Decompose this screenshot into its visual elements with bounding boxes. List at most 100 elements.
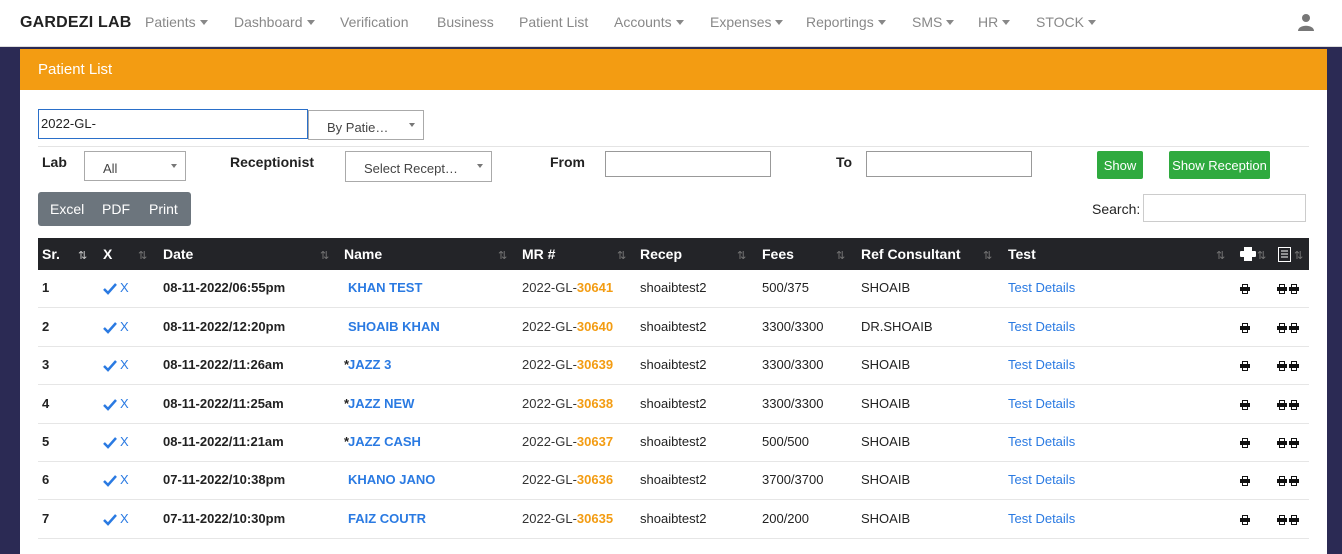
check-icon[interactable] xyxy=(103,322,117,334)
pdf-button[interactable]: PDF xyxy=(102,201,130,217)
delete-x-link[interactable]: X xyxy=(120,434,129,449)
nav-item-accounts[interactable]: Accounts xyxy=(614,14,684,30)
print-icon[interactable] xyxy=(1289,476,1299,486)
print-icon[interactable] xyxy=(1277,438,1287,448)
print-icon[interactable] xyxy=(1289,438,1299,448)
col-x[interactable]: X xyxy=(103,246,112,262)
check-icon[interactable] xyxy=(103,283,117,295)
delete-x-link[interactable]: X xyxy=(120,472,129,487)
patient-name-link[interactable]: KHANO JANO xyxy=(348,472,435,487)
sort-icon[interactable]: ⇅ xyxy=(138,249,147,262)
print-icon[interactable] xyxy=(1289,323,1299,333)
nav-item-verification[interactable]: Verification xyxy=(340,14,408,30)
print-icon[interactable] xyxy=(1289,284,1299,294)
nav-item-expenses[interactable]: Expenses xyxy=(710,14,784,30)
test-details-link[interactable]: Test Details xyxy=(1008,511,1075,526)
print-icon[interactable] xyxy=(1277,284,1287,294)
print-column-icon[interactable] xyxy=(1240,247,1256,261)
check-icon[interactable] xyxy=(103,437,117,449)
print-icon[interactable] xyxy=(1240,400,1250,410)
patient-name-link[interactable]: JAZZ NEW xyxy=(348,396,414,411)
col-sr[interactable]: Sr. xyxy=(42,246,60,262)
to-label: To xyxy=(836,154,853,170)
print-icon[interactable] xyxy=(1277,515,1287,525)
delete-x-link[interactable]: X xyxy=(120,357,129,372)
sort-icon[interactable]: ⇅ xyxy=(983,249,992,262)
delete-x-link[interactable]: X xyxy=(120,511,129,526)
nav-item-business[interactable]: Business xyxy=(437,14,494,30)
test-details-link[interactable]: Test Details xyxy=(1008,357,1075,372)
nav-item-hr[interactable]: HR xyxy=(978,14,1011,30)
col-fees[interactable]: Fees xyxy=(762,246,794,262)
test-details-link[interactable]: Test Details xyxy=(1008,280,1075,295)
print-icon[interactable] xyxy=(1289,400,1299,410)
print-icon[interactable] xyxy=(1289,515,1299,525)
to-date-input[interactable] xyxy=(866,151,1032,177)
delete-x-link[interactable]: X xyxy=(120,319,129,334)
patient-name-link[interactable]: KHAN TEST xyxy=(348,280,422,295)
sort-icon[interactable]: ⇅ xyxy=(320,249,329,262)
print-icon[interactable] xyxy=(1277,400,1287,410)
excel-button[interactable]: Excel xyxy=(50,201,84,217)
patient-search-input[interactable]: 2022-GL- xyxy=(38,109,308,139)
sort-icon[interactable]: ⇅ xyxy=(1294,249,1303,262)
sort-icon[interactable]: ⇅ xyxy=(1216,249,1225,262)
print-icon[interactable] xyxy=(1289,361,1299,371)
sort-icon[interactable]: ⇅ xyxy=(1257,249,1266,262)
print-icon[interactable] xyxy=(1240,284,1250,294)
print-icon[interactable] xyxy=(1240,361,1250,371)
table-search-input[interactable] xyxy=(1143,194,1306,222)
print-icon[interactable] xyxy=(1277,323,1287,333)
show-reception-button[interactable]: Show Reception xyxy=(1169,151,1270,179)
user-icon[interactable] xyxy=(1298,13,1314,31)
lab-select[interactable]: All xyxy=(84,151,186,181)
sort-icon[interactable]: ⇅ xyxy=(737,249,746,262)
patient-name-link[interactable]: SHOAIB KHAN xyxy=(348,319,440,334)
print-icon[interactable] xyxy=(1277,361,1287,371)
patient-name-link[interactable]: JAZZ CASH xyxy=(348,434,421,449)
check-icon[interactable] xyxy=(103,399,117,411)
sort-icon[interactable]: ⇅ xyxy=(498,249,507,262)
table-row: 3 X 08-11-2022/11:26am * JAZZ 3 2022-GL-30639… xyxy=(38,347,1309,385)
nav-item-sms[interactable]: SMS xyxy=(912,14,955,30)
nav-item-stock[interactable]: STOCK xyxy=(1036,14,1096,30)
col-date[interactable]: Date xyxy=(163,246,193,262)
patient-name-link[interactable]: JAZZ 3 xyxy=(348,357,391,372)
receptionist-select[interactable]: Select Recept… xyxy=(345,151,492,182)
nav-item-patients[interactable]: Patients xyxy=(145,14,208,30)
patient-name-link[interactable]: FAIZ COUTR xyxy=(348,511,426,526)
col-ref-consultant[interactable]: Ref Consultant xyxy=(861,246,961,262)
show-button[interactable]: Show xyxy=(1097,151,1143,179)
brand-logo[interactable]: GARDEZI LAB xyxy=(20,14,132,32)
row-date: 08-11-2022/06:55pm xyxy=(163,280,286,295)
print-icon[interactable] xyxy=(1277,476,1287,486)
print-icon[interactable] xyxy=(1240,323,1250,333)
document-column-icon[interactable] xyxy=(1278,247,1291,262)
search-by-select[interactable]: By Patie… xyxy=(308,110,424,140)
print-icon[interactable] xyxy=(1240,515,1250,525)
nav-item-patient-list[interactable]: Patient List xyxy=(519,14,588,30)
print-icon[interactable] xyxy=(1240,438,1250,448)
check-icon[interactable] xyxy=(103,475,117,487)
print-icon[interactable] xyxy=(1240,476,1250,486)
test-details-link[interactable]: Test Details xyxy=(1008,319,1075,334)
test-details-link[interactable]: Test Details xyxy=(1008,434,1075,449)
test-details-link[interactable]: Test Details xyxy=(1008,472,1075,487)
check-icon[interactable] xyxy=(103,514,117,526)
sort-asc-icon[interactable]: ⇅ xyxy=(78,249,87,262)
nav-item-reportings[interactable]: Reportings xyxy=(806,14,886,30)
nav-item-dashboard[interactable]: Dashboard xyxy=(234,14,315,30)
row-recep: shoaibtest2 xyxy=(640,357,707,372)
col-mr[interactable]: MR # xyxy=(522,246,555,262)
test-details-link[interactable]: Test Details xyxy=(1008,396,1075,411)
col-test[interactable]: Test xyxy=(1008,246,1036,262)
delete-x-link[interactable]: X xyxy=(120,396,129,411)
print-button[interactable]: Print xyxy=(149,201,178,217)
col-name[interactable]: Name xyxy=(344,246,382,262)
from-date-input[interactable] xyxy=(605,151,771,177)
sort-icon[interactable]: ⇅ xyxy=(617,249,626,262)
delete-x-link[interactable]: X xyxy=(120,280,129,295)
sort-icon[interactable]: ⇅ xyxy=(836,249,845,262)
check-icon[interactable] xyxy=(103,360,117,372)
col-recep[interactable]: Recep xyxy=(640,246,682,262)
